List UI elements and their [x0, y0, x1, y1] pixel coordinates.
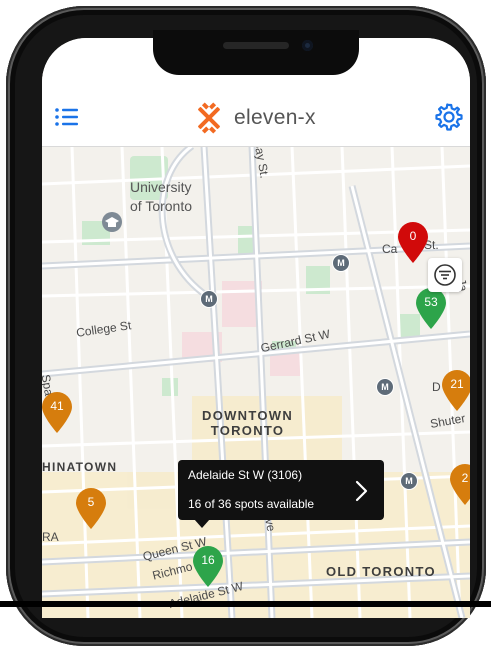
downtown-toronto-label: DOWNTOWN TORONTO: [202, 408, 294, 438]
parking-pin[interactable]: 41: [42, 390, 74, 434]
popup-availability: 16 of 36 spots available: [188, 497, 315, 511]
subway-station-icon: M: [400, 472, 418, 490]
app-screen: eleven-x University of Toronto College S…: [42, 38, 470, 618]
pin-count: 41: [50, 399, 64, 413]
chevron-right-icon: [355, 480, 368, 502]
settings-button[interactable]: [434, 102, 464, 132]
old-toronto-label: OLD TORONTO: [326, 564, 436, 579]
pin-count: 0: [409, 229, 417, 243]
map-label-ra: RA: [42, 530, 59, 544]
front-camera: [302, 40, 313, 51]
subway-station-icon: M: [332, 254, 350, 272]
list-menu-icon: [55, 108, 78, 126]
parking-pin[interactable]: 5: [74, 486, 108, 530]
chinatown-label: HINATOWN: [42, 460, 118, 474]
popup-title: Adelaide St W (3106): [188, 468, 303, 482]
eleven-x-logo-icon: [198, 102, 220, 134]
parking-pin[interactable]: 2: [448, 462, 470, 506]
menu-button[interactable]: [52, 102, 82, 132]
filter-icon: [434, 264, 456, 286]
pin-count: 2: [461, 471, 469, 485]
subway-station-icon: M: [200, 290, 218, 308]
parking-map[interactable]: University of Toronto College St Gerrard…: [42, 139, 470, 618]
app-logo: eleven-x: [192, 101, 316, 135]
pin-count: 53: [424, 295, 438, 309]
map-tiles: [42, 146, 470, 618]
pin-count: 16: [201, 553, 215, 567]
parking-pin-selected[interactable]: 16: [191, 544, 225, 588]
pin-count: 5: [87, 495, 95, 509]
phone-frame: eleven-x University of Toronto College S…: [6, 6, 486, 646]
app-name: eleven-x: [234, 106, 316, 129]
popup-pointer: [194, 519, 210, 528]
subway-station-icon: M: [376, 378, 394, 396]
gear-icon: [435, 103, 463, 131]
speaker-grille: [223, 42, 289, 49]
parking-pin[interactable]: 0: [396, 220, 430, 264]
pin-count: 21: [450, 377, 464, 391]
parking-pin[interactable]: 21: [440, 368, 470, 412]
parking-info-popup[interactable]: Adelaide St W (3106) 16 of 36 spots avai…: [178, 460, 384, 528]
university-label: University of Toronto: [130, 179, 193, 214]
phone-notch: [153, 30, 359, 75]
filter-button[interactable]: [428, 258, 462, 292]
bottom-edge: [0, 601, 491, 607]
parking-pin[interactable]: 53: [414, 286, 448, 330]
